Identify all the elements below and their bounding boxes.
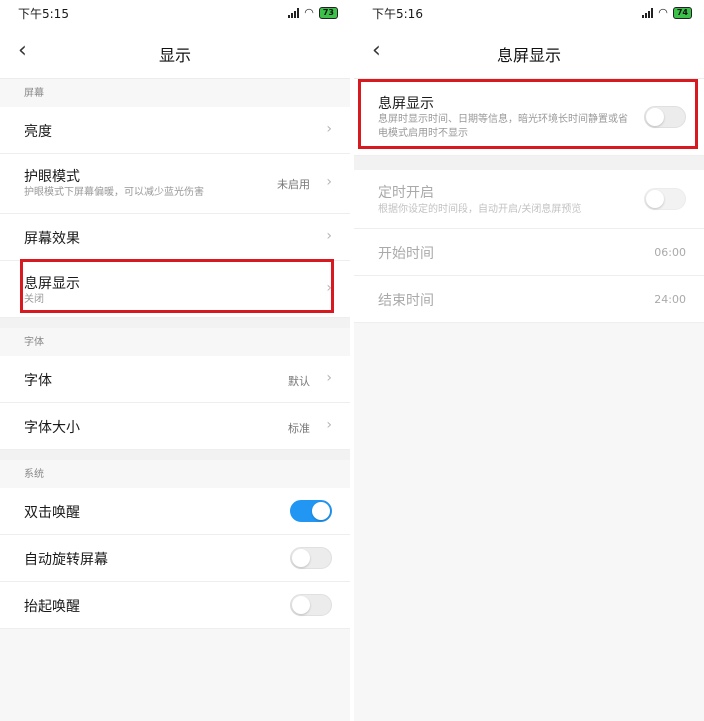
double-tap-wake-label: 双击唤醒 [24, 505, 80, 521]
end-time-item[interactable]: 结束时间 24:00 [354, 276, 704, 323]
auto-rotate-item: 自动旋转屏幕 [0, 535, 350, 582]
aod-label: 息屏显示 [24, 276, 80, 292]
double-tap-wake-item: 双击唤醒 [0, 488, 350, 535]
page-title: 息屏显示 [496, 46, 561, 65]
eye-mode-item[interactable]: 护眼模式 护眼模式下屏幕偏暖，可以减少蓝光伤害 未启用 › [0, 154, 350, 214]
aod-toggle[interactable] [644, 106, 686, 128]
font-label: 字体 [24, 373, 52, 389]
aod-label: 息屏显示 [378, 96, 434, 112]
section-header-screen: 屏幕 [0, 79, 350, 107]
font-item[interactable]: 字体 默认 › [0, 356, 350, 403]
status-time: 下午5:16 [372, 7, 423, 21]
status-bar: 下午5:16 ◠ 74 [354, 0, 704, 26]
aod-toggle-item: 息屏显示 息屏时显示时间、日期等信息，暗光环境长时间静置或省电模式启用时不显示 [354, 79, 704, 156]
chevron-right-icon: › [326, 228, 332, 244]
brightness-label: 亮度 [24, 124, 52, 140]
chevron-right-icon: › [326, 370, 332, 386]
chevron-right-icon: › [326, 417, 332, 433]
page-title: 显示 [158, 46, 191, 65]
aod-desc: 息屏时显示时间、日期等信息，暗光环境长时间静置或省电模式启用时不显示 [378, 114, 628, 139]
raise-to-wake-item: 抬起唤醒 [0, 582, 350, 629]
battery-icon: 74 [672, 6, 692, 19]
title-bar: ‹ 显示 [0, 26, 350, 79]
chevron-right-icon: › [326, 174, 332, 190]
raise-to-wake-toggle[interactable] [290, 594, 332, 616]
status-icons: ◠ 74 [642, 6, 692, 19]
screen-effect-item[interactable]: 屏幕效果 › [0, 214, 350, 261]
font-size-item[interactable]: 字体大小 标准 › [0, 403, 350, 450]
font-value: 默认 [288, 375, 310, 388]
wifi-icon: ◠ [304, 6, 314, 19]
end-time-value: 24:00 [654, 293, 686, 306]
eye-mode-value: 未启用 [277, 178, 310, 191]
raise-to-wake-label: 抬起唤醒 [24, 599, 80, 615]
schedule-label: 定时开启 [378, 185, 434, 201]
title-bar: ‹ 息屏显示 [354, 26, 704, 79]
wifi-icon: ◠ [658, 6, 668, 19]
status-bar: 下午5:15 ◠ 73 [0, 0, 350, 26]
divider [354, 156, 704, 170]
section-header-font: 字体 [0, 328, 350, 356]
status-time: 下午5:15 [18, 7, 69, 21]
divider [0, 450, 350, 460]
aod-settings-screen: 下午5:16 ◠ 74 ‹ 息屏显示 息屏显示 息屏时显示时间、日期等信息，暗光… [354, 0, 704, 721]
divider [0, 318, 350, 328]
battery-icon: 73 [318, 6, 338, 19]
start-time-label: 开始时间 [378, 246, 434, 262]
section-header-system: 系统 [0, 460, 350, 488]
schedule-toggle[interactable] [644, 188, 686, 210]
auto-rotate-toggle[interactable] [290, 547, 332, 569]
auto-rotate-label: 自动旋转屏幕 [24, 552, 108, 568]
chevron-right-icon: › [326, 121, 332, 137]
start-time-item[interactable]: 开始时间 06:00 [354, 229, 704, 276]
double-tap-wake-toggle[interactable] [290, 500, 332, 522]
screen-effect-label: 屏幕效果 [24, 231, 80, 247]
end-time-label: 结束时间 [378, 293, 434, 309]
font-size-value: 标准 [288, 422, 310, 435]
signal-icon [642, 7, 654, 18]
start-time-value: 06:00 [654, 246, 686, 259]
schedule-item: 定时开启 根据你设定的时间段，自动开启/关闭息屏预览 [354, 170, 704, 229]
status-icons: ◠ 73 [288, 6, 338, 19]
aod-value: 关闭 [24, 294, 44, 305]
eye-mode-label: 护眼模式 [24, 169, 80, 185]
signal-icon [288, 7, 300, 18]
chevron-right-icon: › [326, 280, 332, 296]
eye-mode-desc: 护眼模式下屏幕偏暖，可以减少蓝光伤害 [24, 187, 204, 198]
font-size-label: 字体大小 [24, 420, 80, 436]
brightness-item[interactable]: 亮度 › [0, 107, 350, 154]
schedule-desc: 根据你设定的时间段，自动开启/关闭息屏预览 [378, 204, 582, 215]
aod-item[interactable]: 息屏显示 关闭 › [0, 261, 350, 318]
display-settings-screen: 下午5:15 ◠ 73 ‹ 显示 屏幕 亮度 › 护眼模式 护眼模式下屏幕偏暖，… [0, 0, 350, 721]
